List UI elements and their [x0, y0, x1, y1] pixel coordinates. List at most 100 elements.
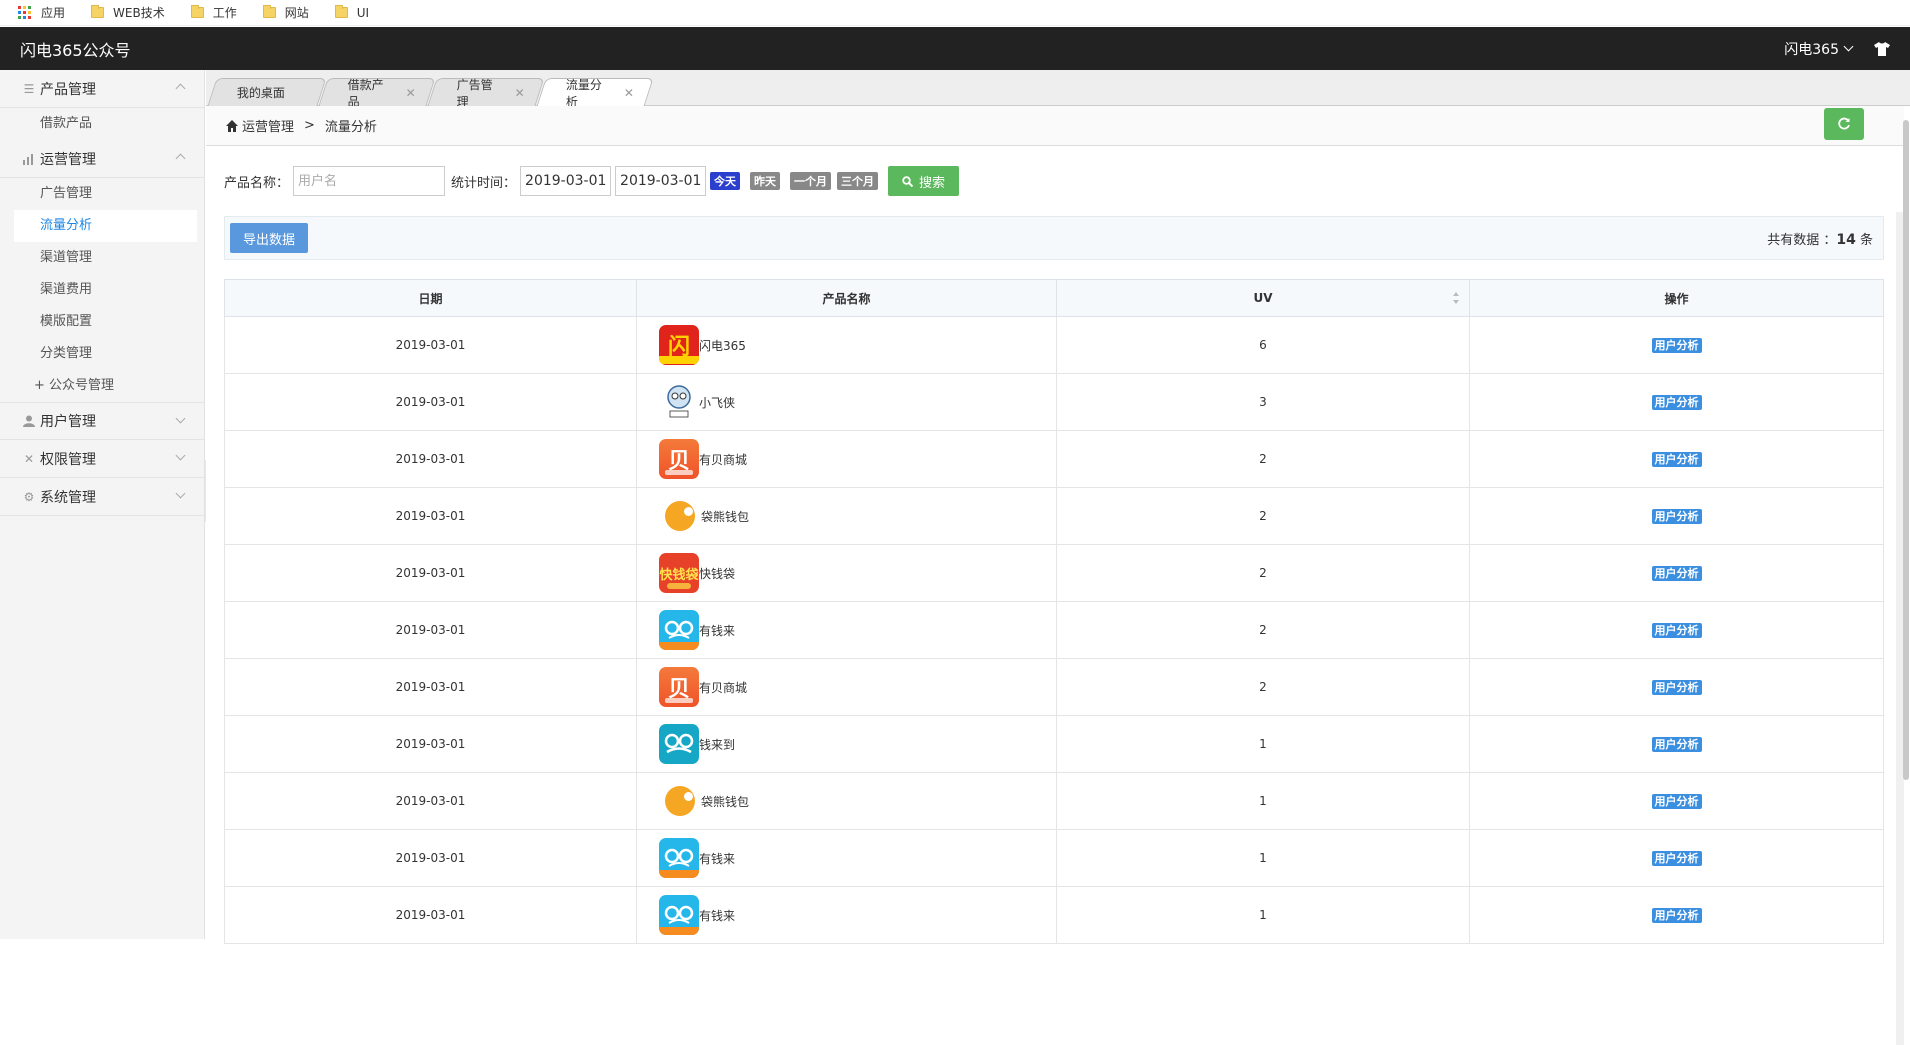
cell-action: 用户分析 [1469, 715, 1884, 773]
cell-uv: 2 [1056, 658, 1470, 716]
column-product: 产品名称 [636, 279, 1057, 317]
chevron-up-icon [175, 83, 186, 94]
sidebar-group-permission[interactable]: ✕ 权限管理 [0, 440, 204, 478]
chevron-up-icon [175, 153, 186, 164]
sidebar: ☰ 产品管理 借款产品 运营管理 广告管理 流量分析 渠道管理 渠道费用 模版配… [0, 70, 205, 939]
sidebar-group-operation[interactable]: 运营管理 [0, 140, 204, 178]
table-header-row: 日期 产品名称 UV 操作 [224, 279, 1884, 317]
close-icon[interactable]: ✕ [406, 86, 416, 100]
date-start-input[interactable] [520, 166, 612, 196]
quick-yesterday-button[interactable]: 昨天 [750, 172, 781, 190]
sidebar-group-system[interactable]: ⚙ 系统管理 [0, 478, 204, 516]
product-name: 有钱来 [699, 623, 736, 638]
cell-product: 贝有贝商城 [636, 430, 1057, 488]
close-icon[interactable]: ✕ [515, 86, 525, 100]
column-uv[interactable]: UV [1056, 279, 1470, 317]
cell-uv: 1 [1056, 886, 1470, 944]
sidebar-group-user[interactable]: 用户管理 [0, 402, 204, 440]
traffic-table: 日期 产品名称 UV 操作 2019-03-01 闪闪电365 6 用户分析 2019-… [224, 279, 1884, 944]
column-date: 日期 [224, 279, 637, 317]
sidebar-group-product[interactable]: ☰ 产品管理 [0, 70, 204, 108]
cell-product: 有钱来 [636, 886, 1057, 944]
search-icon [902, 175, 914, 187]
product-label: 产品名称： [224, 175, 290, 191]
quick-one-month-button[interactable]: 一个月 [790, 172, 832, 190]
cell-product: 袋熊钱包 [636, 487, 1057, 545]
cell-date: 2019-03-01 [224, 544, 637, 602]
quick-today-button[interactable]: 今天 [710, 172, 741, 190]
scrollbar-thumb[interactable] [1903, 120, 1909, 780]
product-name: 有贝商城 [699, 452, 748, 467]
tab-traffic[interactable]: 流量分析 ✕ [536, 78, 654, 109]
sidebar-item-template[interactable]: 模版配置 [0, 306, 204, 338]
cell-action: 用户分析 [1469, 316, 1884, 374]
close-icon[interactable]: ✕ [624, 86, 634, 100]
cell-uv: 2 [1056, 601, 1470, 659]
bookmark-ui[interactable]: UI [334, 5, 369, 20]
user-analysis-button[interactable]: 用户分析 [1651, 680, 1702, 695]
user-analysis-button[interactable]: 用户分析 [1651, 395, 1702, 410]
cell-date: 2019-03-01 [224, 316, 637, 374]
tab-label: 借款产品 [347, 77, 384, 109]
cell-date: 2019-03-01 [224, 373, 637, 431]
column-action: 操作 [1469, 279, 1884, 317]
tab-loan-product[interactable]: 借款产品 ✕ [318, 78, 436, 109]
bookmark-web[interactable]: WEB技术 [91, 4, 165, 21]
user-menu[interactable]: 闪电365 [1784, 39, 1854, 59]
user-analysis-button[interactable]: 用户分析 [1651, 566, 1702, 581]
date-end-input[interactable] [615, 166, 707, 196]
breadcrumb-parent[interactable]: 运营管理 [242, 116, 294, 135]
sidebar-item-official-account[interactable]: + 公众号管理 [0, 370, 204, 402]
column-uv-label: UV [1253, 291, 1273, 305]
bookmark-label: 网站 [284, 6, 309, 20]
top-header: 闪电365公众号 闪电365 [0, 27, 1910, 70]
search-label: 搜索 [919, 175, 946, 191]
kuaiqian-logo-icon: 快钱袋 [659, 553, 699, 593]
cell-date: 2019-03-01 [224, 487, 637, 545]
table-row: 2019-03-01 钱来到 1 用户分析 [224, 715, 1884, 773]
sidebar-item-traffic[interactable]: 流量分析 [14, 210, 197, 242]
user-analysis-button[interactable]: 用户分析 [1651, 509, 1702, 524]
xiaofeixia-logo-icon [659, 382, 699, 422]
tab-label: 流量分析 [565, 78, 602, 109]
shandian-logo-icon: 闪 [659, 325, 699, 365]
export-button[interactable]: 导出数据 [230, 223, 309, 253]
search-button[interactable]: 搜索 [888, 166, 960, 196]
user-analysis-button[interactable]: 用户分析 [1651, 737, 1702, 752]
product-name: 钱来到 [699, 737, 736, 752]
total-count: 共有数据 ：14 条 [1767, 229, 1873, 248]
cell-date: 2019-03-01 [224, 430, 637, 488]
user-analysis-button[interactable]: 用户分析 [1651, 338, 1702, 353]
sidebar-item-category[interactable]: 分类管理 [0, 338, 204, 370]
tab-desktop[interactable]: 我的桌面 [207, 78, 327, 106]
bookmark-apps[interactable]: 应用 [18, 4, 65, 21]
refresh-button[interactable] [1824, 108, 1864, 140]
cell-product: 有钱来 [636, 829, 1057, 887]
user-analysis-button[interactable]: 用户分析 [1651, 623, 1702, 638]
product-name: 有贝商城 [699, 680, 748, 695]
bookmark-sites[interactable]: 网站 [262, 4, 309, 21]
sidebar-item-channel[interactable]: 渠道管理 [0, 242, 204, 274]
product-name-input[interactable] [293, 166, 446, 196]
sort-icon[interactable] [1453, 292, 1459, 304]
quick-three-months-button[interactable]: 三个月 [837, 172, 879, 190]
bookmark-work[interactable]: 工作 [190, 4, 237, 21]
sidebar-item-loan-product[interactable]: 借款产品 [0, 108, 204, 140]
tab-ads[interactable]: 广告管理 ✕ [427, 78, 545, 109]
cell-uv: 2 [1056, 544, 1470, 602]
table-row: 2019-03-01 袋熊钱包 1 用户分析 [224, 772, 1884, 830]
user-analysis-button[interactable]: 用户分析 [1651, 908, 1702, 923]
user-analysis-button[interactable]: 用户分析 [1651, 851, 1702, 866]
skin-icon[interactable] [1874, 41, 1890, 56]
folder-icon [190, 5, 204, 18]
cell-date: 2019-03-01 [224, 658, 637, 716]
user-analysis-button[interactable]: 用户分析 [1651, 794, 1702, 809]
total-suffix: 条 [1855, 232, 1873, 248]
apps-icon [18, 6, 31, 19]
table-row: 2019-03-01 小飞侠 3 用户分析 [224, 373, 1884, 431]
cell-action: 用户分析 [1469, 544, 1884, 602]
sidebar-item-channel-cost[interactable]: 渠道费用 [0, 274, 204, 306]
user-analysis-button[interactable]: 用户分析 [1651, 452, 1702, 467]
user-name: 闪电365 [1784, 41, 1839, 58]
sidebar-item-ads[interactable]: 广告管理 [0, 178, 204, 210]
